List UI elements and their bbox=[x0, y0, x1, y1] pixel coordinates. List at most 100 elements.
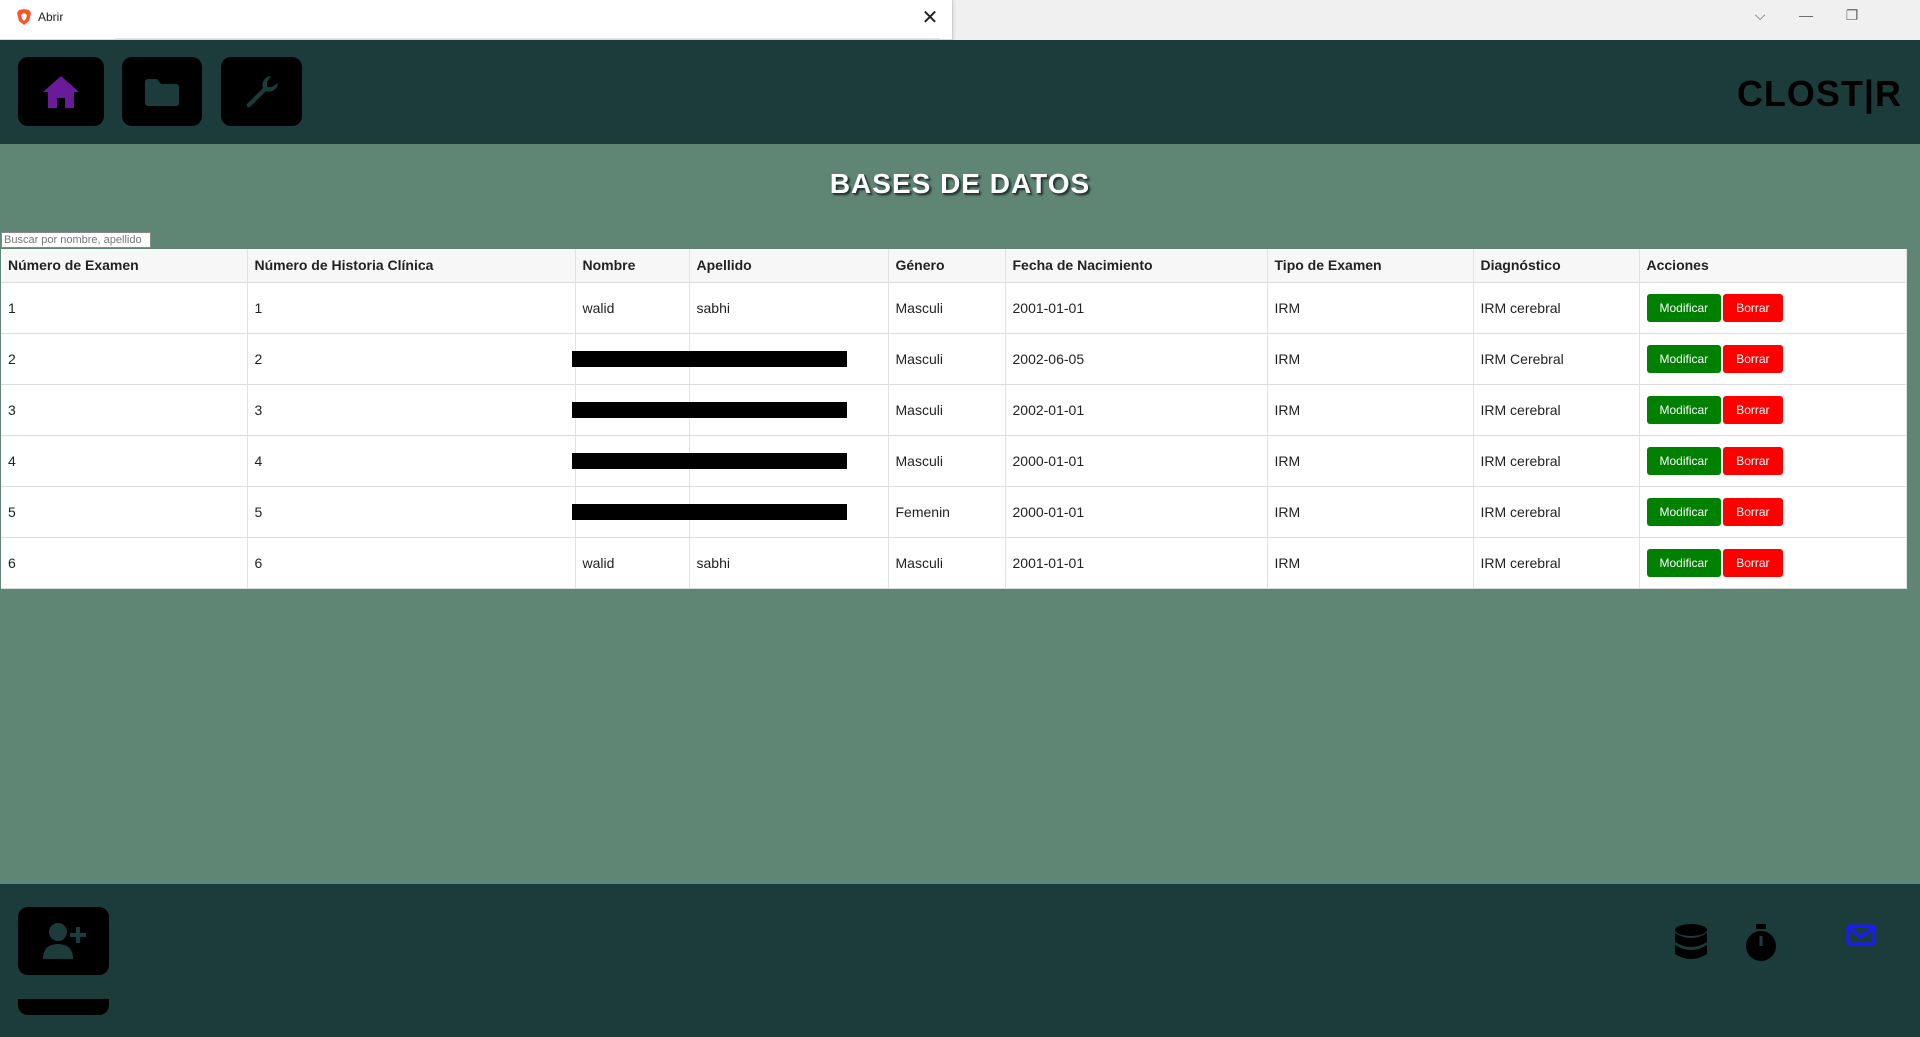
add-user-icon bbox=[42, 923, 86, 959]
column-header[interactable]: Apellido bbox=[689, 249, 889, 283]
delete-button[interactable]: Borrar bbox=[1723, 395, 1783, 424]
table-header-row: Número de Examen Número de Historia Clín… bbox=[1, 249, 1907, 283]
birthdate-cell: 2002-06-05 bbox=[1005, 333, 1268, 385]
column-header[interactable]: Fecha de Nacimiento bbox=[1005, 249, 1268, 283]
birthdate-cell: 2002-01-01 bbox=[1005, 384, 1268, 436]
redaction-bar bbox=[572, 452, 847, 469]
exam-type-cell: IRM bbox=[1267, 333, 1474, 385]
database-table: Número de Examen Número de Historia Clín… bbox=[1, 249, 1907, 589]
last-name-cell: sabhi bbox=[689, 537, 889, 589]
page-title: BASES DE DATOS bbox=[829, 168, 1091, 199]
actions-cell: Modificar Borrar bbox=[1639, 333, 1907, 385]
actions-cell: Modificar Borrar bbox=[1639, 435, 1907, 487]
stopwatch-icon bbox=[1746, 924, 1776, 961]
wrench-icon bbox=[246, 75, 278, 107]
actions-cell: Modificar Borrar bbox=[1639, 384, 1907, 436]
redaction-bar bbox=[572, 503, 847, 520]
home-button[interactable] bbox=[18, 57, 104, 126]
minimize-button[interactable]: — bbox=[1783, 0, 1829, 30]
column-header[interactable]: Número de Historia Clínica bbox=[247, 249, 576, 283]
column-header: Acciones bbox=[1639, 249, 1907, 283]
database-button[interactable] bbox=[1671, 921, 1711, 965]
birthdate-cell: 2000-01-01 bbox=[1005, 486, 1268, 538]
diagnosis-cell: IRM Cerebral bbox=[1473, 333, 1640, 385]
modify-button[interactable]: Modificar bbox=[1646, 497, 1722, 526]
column-header[interactable]: Nombre bbox=[575, 249, 690, 283]
stopwatch-button[interactable] bbox=[1741, 921, 1781, 965]
column-header[interactable]: Diagnóstico bbox=[1473, 249, 1640, 283]
clinical-history-cell: 6 bbox=[247, 537, 576, 589]
database-icon bbox=[1675, 924, 1707, 959]
search-input[interactable] bbox=[1, 232, 151, 248]
birthdate-cell: 2001-01-01 bbox=[1005, 537, 1268, 589]
diagnosis-cell: IRM cerebral bbox=[1473, 486, 1640, 538]
delete-button[interactable]: Borrar bbox=[1723, 344, 1783, 373]
brand-logo: CLOST|R bbox=[1736, 73, 1902, 114]
modify-button[interactable]: Modificar bbox=[1646, 344, 1722, 373]
app-footer bbox=[0, 884, 1920, 1037]
folder-button[interactable] bbox=[122, 57, 202, 126]
chevron-down-icon[interactable]: ⌵ bbox=[1737, 0, 1783, 30]
exam-type-cell: IRM bbox=[1267, 384, 1474, 436]
close-icon[interactable]: ✕ bbox=[916, 4, 944, 32]
diagnosis-cell: IRM cerebral bbox=[1473, 537, 1640, 589]
gender-cell: Masculi bbox=[888, 537, 1006, 589]
column-header[interactable]: Número de Examen bbox=[1, 249, 248, 283]
exam-type-cell: IRM bbox=[1267, 282, 1474, 334]
column-header[interactable]: Tipo de Examen bbox=[1267, 249, 1474, 283]
actions-cell: Modificar Borrar bbox=[1639, 486, 1907, 538]
first-name-cell: walid bbox=[575, 282, 690, 334]
mail-button[interactable] bbox=[1845, 922, 1877, 948]
clinical-history-cell: 4 bbox=[247, 435, 576, 487]
clinical-history-cell: 3 bbox=[247, 384, 576, 436]
birthdate-cell: 2000-01-01 bbox=[1005, 435, 1268, 487]
exam-number-cell: 3 bbox=[1, 384, 248, 436]
add-user-button[interactable] bbox=[18, 907, 109, 975]
clinical-history-cell: 5 bbox=[247, 486, 576, 538]
exam-number-cell: 6 bbox=[1, 537, 248, 589]
exam-number-cell: 1 bbox=[1, 282, 248, 334]
delete-button[interactable]: Borrar bbox=[1723, 548, 1783, 577]
exam-number-cell: 2 bbox=[1, 333, 248, 385]
gender-cell: Masculi bbox=[888, 384, 1006, 436]
gender-cell: Masculi bbox=[888, 282, 1006, 334]
exam-number-cell: 5 bbox=[1, 486, 248, 538]
clinical-history-cell: 2 bbox=[247, 333, 576, 385]
diagnosis-cell: IRM cerebral bbox=[1473, 435, 1640, 487]
table-row: 3 3 Masculi 2002-01-01 IRM IRM cerebral Modifi… bbox=[1, 384, 1907, 436]
birthdate-cell: 2001-01-01 bbox=[1005, 282, 1268, 334]
last-name-cell: sabhi bbox=[689, 282, 889, 334]
table-row: 2 2 Masculi 2002-06-05 IRM IRM Cerebral Modifi… bbox=[1, 333, 1907, 385]
folder-icon bbox=[145, 78, 179, 106]
redaction-bar bbox=[572, 350, 847, 367]
footer-decoration bbox=[18, 999, 109, 1015]
diagnosis-cell: IRM cerebral bbox=[1473, 384, 1640, 436]
mail-icon bbox=[1846, 924, 1876, 946]
column-header[interactable]: Género bbox=[888, 249, 1006, 283]
delete-button[interactable]: Borrar bbox=[1723, 497, 1783, 526]
actions-cell: Modificar Borrar bbox=[1639, 537, 1907, 589]
open-dialog-tab[interactable]: Abrir ✕ bbox=[0, 0, 953, 40]
app-header: CLOST|R bbox=[0, 40, 1920, 144]
delete-button[interactable]: Borrar bbox=[1723, 293, 1783, 322]
window-titlebar: Abrir ✕ ⌵ — ❐ bbox=[0, 0, 1920, 40]
first-name-cell: walid bbox=[575, 537, 690, 589]
table-row: 1 1 walid sabhi Masculi 2001-01-01 IRM IRM cere… bbox=[1, 282, 1907, 334]
brave-browser-icon bbox=[17, 9, 31, 25]
actions-cell: Modificar Borrar bbox=[1639, 282, 1907, 334]
divider bbox=[115, 38, 940, 39]
dialog-title: Abrir bbox=[38, 10, 64, 24]
modify-button[interactable]: Modificar bbox=[1646, 395, 1722, 424]
gender-cell: Femenin bbox=[888, 486, 1006, 538]
restore-button[interactable]: ❐ bbox=[1829, 0, 1875, 30]
modify-button[interactable]: Modificar bbox=[1646, 446, 1722, 475]
table-row: 5 5 Femenin 2000-01-01 IRM IRM cerebral Modifi… bbox=[1, 486, 1907, 538]
modify-button[interactable]: Modificar bbox=[1646, 548, 1722, 577]
diagnosis-cell: IRM cerebral bbox=[1473, 282, 1640, 334]
delete-button[interactable]: Borrar bbox=[1723, 446, 1783, 475]
clinical-history-cell: 1 bbox=[247, 282, 576, 334]
settings-button[interactable] bbox=[221, 57, 302, 126]
modify-button[interactable]: Modificar bbox=[1646, 293, 1722, 322]
exam-type-cell: IRM bbox=[1267, 537, 1474, 589]
table-row: 4 4 Masculi 2000-01-01 IRM IRM cerebral Modifi… bbox=[1, 435, 1907, 487]
